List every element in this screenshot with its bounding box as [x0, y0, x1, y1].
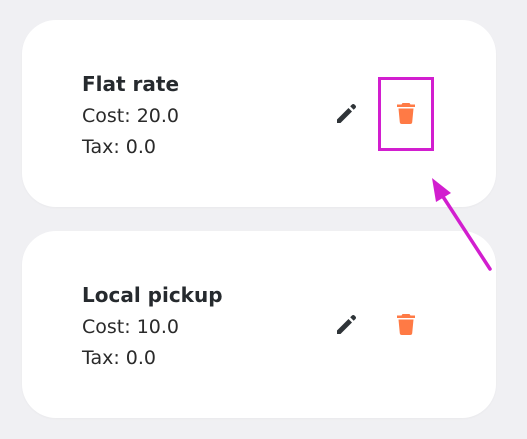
cost-label: Cost: [82, 316, 131, 338]
shipping-method-card: Flat rate Cost: 20.0 Tax: 0.0 [22, 20, 496, 207]
shipping-method-title: Flat rate [82, 72, 180, 96]
pencil-icon [337, 103, 357, 123]
cost-value: 20.0 [136, 105, 180, 127]
delete-button[interactable] [389, 307, 423, 341]
pencil-icon [337, 314, 357, 334]
cost-label: Cost: [82, 105, 131, 127]
tax-row: Tax: 0.0 [82, 136, 156, 158]
tax-label: Tax: [82, 136, 120, 158]
tax-label: Tax: [82, 347, 120, 369]
cost-row: Cost: 20.0 [82, 105, 179, 127]
tax-row: Tax: 0.0 [82, 347, 156, 369]
tax-value: 0.0 [125, 347, 157, 369]
edit-button[interactable] [329, 96, 363, 130]
shipping-method-card: Local pickup Cost: 10.0 Tax: 0.0 [22, 231, 496, 418]
shipping-method-title: Local pickup [82, 283, 223, 307]
trash-icon [397, 314, 415, 335]
cost-value: 10.0 [136, 316, 180, 338]
edit-button[interactable] [329, 307, 363, 341]
trash-icon [397, 103, 415, 124]
delete-button[interactable] [389, 96, 423, 130]
cost-row: Cost: 10.0 [82, 316, 179, 338]
tax-value: 0.0 [125, 136, 157, 158]
